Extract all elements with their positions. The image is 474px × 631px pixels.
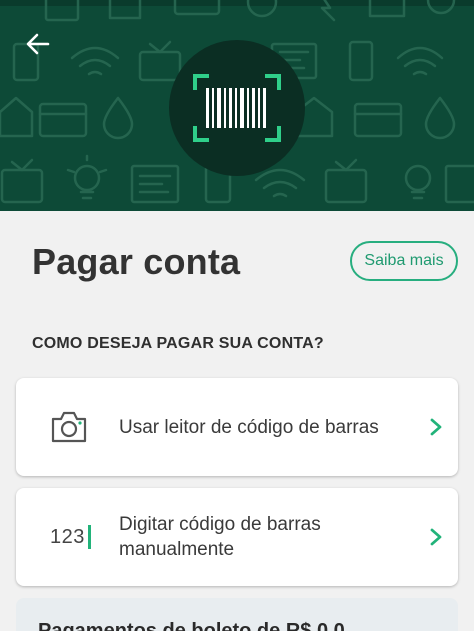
barcode-illustration xyxy=(169,40,305,176)
section-label: COMO DESEJA PAGAR SUA CONTA? xyxy=(32,335,324,352)
main-content: Pagar conta Saiba mais COMO DESEJA PAGAR… xyxy=(0,211,474,631)
arrow-left-icon xyxy=(26,33,50,55)
page-title: Pagar conta xyxy=(32,241,241,282)
manual-entry-option[interactable]: 123 Digitar código de barras manualmente xyxy=(16,488,458,586)
numeric-entry-text: 123 xyxy=(50,525,85,548)
info-card-text: Pagamentos de boleto de R$ 0,0 xyxy=(38,620,345,631)
option-label: Usar leitor de código de barras xyxy=(119,417,379,438)
back-button[interactable] xyxy=(18,24,58,64)
learn-more-button[interactable]: Saiba mais xyxy=(350,241,458,281)
barcode-scanner-icon xyxy=(193,74,281,142)
header-banner xyxy=(0,0,474,211)
info-card: Pagamentos de boleto de R$ 0,0 xyxy=(16,598,458,631)
numeric-entry-icon: 123 xyxy=(50,488,91,586)
chevron-right-icon xyxy=(428,378,444,476)
barcode-reader-option[interactable]: Usar leitor de código de barras xyxy=(16,378,458,476)
camera-icon xyxy=(50,378,88,476)
option-label: Digitar código de barras manualmente xyxy=(119,514,321,560)
chevron-right-icon xyxy=(428,488,444,586)
text-cursor xyxy=(87,525,91,549)
